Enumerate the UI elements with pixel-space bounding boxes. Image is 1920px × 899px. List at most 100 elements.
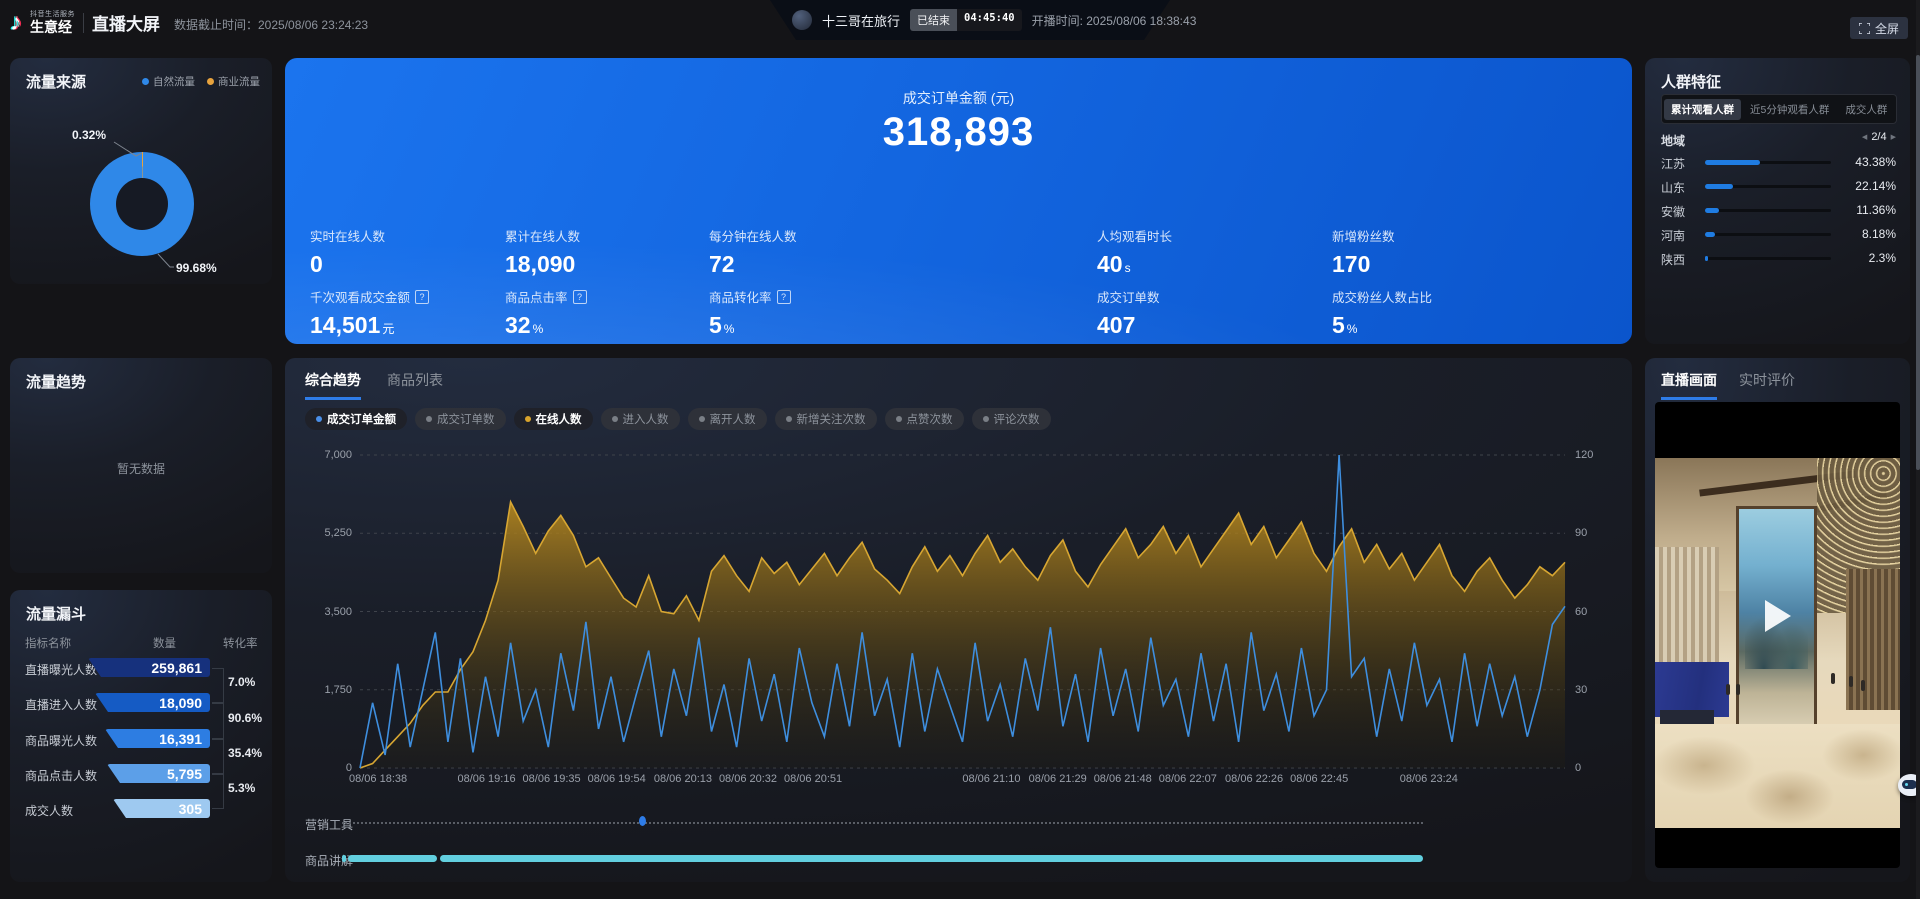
- kpi-stat-value: 0: [310, 251, 500, 278]
- kpi-stat: 每分钟在线人数72: [709, 226, 899, 278]
- audience-tab[interactable]: 近5分钟观看人群: [1743, 99, 1836, 120]
- audience-title: 人群特征: [1661, 71, 1721, 92]
- audience-tab[interactable]: 累计观看人群: [1664, 99, 1741, 120]
- funnel-conversion-rate: 7.0%: [228, 675, 255, 689]
- audience-panel: 人群特征 累计观看人群近5分钟观看人群成交人群 地域 ◀ 2/4 ▶ 江苏43.…: [1645, 58, 1910, 344]
- region-name: 江苏: [1661, 155, 1685, 172]
- live-tab-inactive[interactable]: 实时评价: [1739, 370, 1795, 400]
- scene-person: [1726, 684, 1730, 695]
- product-explain-segment[interactable]: [348, 855, 437, 862]
- funnel-conversion-rate: 90.6%: [228, 711, 262, 725]
- funnel-row-label: 直播曝光人数: [25, 661, 97, 678]
- x-axis-tick: 08/06 19:16: [457, 773, 515, 785]
- product-explain-segment[interactable]: [440, 855, 1423, 862]
- legend-item[interactable]: 自然流量: [142, 74, 195, 89]
- scrollbar-thumb[interactable]: [1916, 55, 1920, 470]
- metric-chip[interactable]: 成交订单数: [415, 408, 506, 430]
- kpi-stat-label: 成交粉丝人数占比: [1332, 287, 1522, 306]
- chip-dot-icon: [786, 416, 792, 422]
- chip-dot-icon: [525, 416, 531, 422]
- metric-chips: 成交订单金额成交订单数在线人数进入人数离开人数新增关注次数点赞次数评论次数: [305, 408, 1051, 430]
- scene-column-right: [1846, 569, 1900, 710]
- trend-tabs: 综合趋势商品列表: [305, 370, 443, 400]
- kpi-stat-value: 407: [1097, 312, 1287, 339]
- region-row: 河南8.18%: [1661, 227, 1896, 243]
- page-next-icon[interactable]: ▶: [1891, 133, 1896, 141]
- metric-chip[interactable]: 评论次数: [972, 408, 1051, 430]
- x-axis-tick: 08/06 19:35: [523, 773, 581, 785]
- traffic-source-donut-chart: [90, 152, 194, 256]
- trend-tab-inactive[interactable]: 商品列表: [387, 370, 443, 400]
- marketing-tools-label: 营销工具: [305, 816, 353, 833]
- trend-panel: 综合趋势商品列表 成交订单金额成交订单数在线人数进入人数离开人数新增关注次数点赞…: [285, 358, 1632, 882]
- donut-label-small: 0.32%: [72, 128, 106, 142]
- funnel-connector: [212, 774, 224, 809]
- scene-person: [1861, 680, 1865, 691]
- chip-dot-icon: [316, 416, 322, 422]
- status-ended-label: 已结束: [910, 9, 957, 31]
- page-prev-icon[interactable]: ◀: [1862, 133, 1867, 141]
- legend-item[interactable]: 商业流量: [207, 74, 260, 89]
- region-bar-track: [1705, 209, 1831, 212]
- audience-tabs: 累计观看人群近5分钟观看人群成交人群: [1661, 94, 1897, 124]
- region-bar-fill: [1705, 208, 1719, 213]
- help-icon[interactable]: ?: [573, 290, 587, 304]
- funnel-row-label: 直播进入人数: [25, 696, 97, 713]
- kpi-stat-suffix: %: [1347, 322, 1358, 336]
- region-row: 安徽 11.36%: [1661, 203, 1896, 219]
- x-axis-tick: 08/06 20:13: [654, 773, 712, 785]
- metric-chip[interactable]: 成交订单金额: [305, 408, 407, 430]
- region-bar-track: [1705, 233, 1831, 236]
- kpi-stat-value: 40s: [1097, 251, 1287, 278]
- page-scrollbar[interactable]: [1916, 0, 1920, 899]
- kpi-stat-label: 实时在线人数: [310, 226, 500, 245]
- region-bar-fill: [1705, 256, 1708, 261]
- x-axis-tick: 08/06 20:32: [719, 773, 777, 785]
- play-icon[interactable]: [1765, 600, 1791, 632]
- x-axis-tick: 08/06 19:54: [588, 773, 646, 785]
- traffic-source-legend: 自然流量商业流量: [142, 74, 260, 89]
- chip-dot-icon: [896, 416, 902, 422]
- region-name: 安徽: [1661, 203, 1685, 220]
- kpi-stat: 新增粉丝数170: [1332, 226, 1522, 278]
- fullscreen-button[interactable]: 全屏: [1850, 17, 1908, 39]
- live-video-preview[interactable]: [1655, 402, 1900, 868]
- funnel-connector: [212, 668, 224, 703]
- y-axis-left-tick: 5,250: [310, 527, 352, 539]
- funnel-connector: [212, 739, 224, 774]
- stream-start-time: 开播时间: 2025/08/06 18:38:43: [1032, 12, 1197, 29]
- metric-chip[interactable]: 进入人数: [601, 408, 680, 430]
- scene-person: [1736, 684, 1740, 695]
- help-icon[interactable]: ?: [777, 290, 791, 304]
- live-tab-active[interactable]: 直播画面: [1661, 370, 1717, 400]
- trend-tab-active[interactable]: 综合趋势: [305, 370, 361, 400]
- metric-chip[interactable]: 新增关注次数: [775, 408, 877, 430]
- marketing-event-dot[interactable]: [639, 816, 646, 826]
- scene-person: [1849, 676, 1853, 687]
- kpi-stat-suffix: %: [724, 322, 735, 336]
- region-row: 陕西2.3%: [1661, 251, 1896, 267]
- kpi-stat: 商品转化率?5%: [709, 287, 899, 339]
- kpi-stat-value: 5%: [1332, 312, 1522, 339]
- region-percent: 11.36%: [1856, 203, 1896, 217]
- audience-tab[interactable]: 成交人群: [1838, 99, 1894, 120]
- kpi-stat-suffix: 元: [382, 322, 394, 336]
- region-bar-fill: [1705, 160, 1760, 165]
- stream-info: 十三哥在旅行 已结束 04:45:40 开播时间: 2025/08/06 18:…: [792, 9, 1196, 31]
- help-icon[interactable]: ?: [415, 290, 429, 304]
- y-axis-right-tick: 60: [1575, 606, 1609, 618]
- kpi-stat: 成交订单数407: [1097, 287, 1287, 339]
- product-explain-segment[interactable]: [342, 855, 346, 862]
- kpi-panel: 成交订单金额 (元) 318,893 实时在线人数0累计在线人数18,090每分…: [285, 58, 1632, 344]
- scene-floor: [1655, 724, 1900, 828]
- metric-chip[interactable]: 离开人数: [688, 408, 767, 430]
- chip-dot-icon: [426, 416, 432, 422]
- metric-chip[interactable]: 在线人数: [514, 408, 593, 430]
- x-axis-tick: 08/06 21:10: [962, 773, 1020, 785]
- metric-chip[interactable]: 点赞次数: [885, 408, 964, 430]
- kpi-stat-value: 32%: [505, 312, 695, 339]
- x-axis-tick: 08/06 20:51: [784, 773, 842, 785]
- y-axis-left-tick: 7,000: [310, 449, 352, 461]
- y-axis-right-tick: 120: [1575, 449, 1609, 461]
- donut-label-big: 99.68%: [176, 261, 217, 275]
